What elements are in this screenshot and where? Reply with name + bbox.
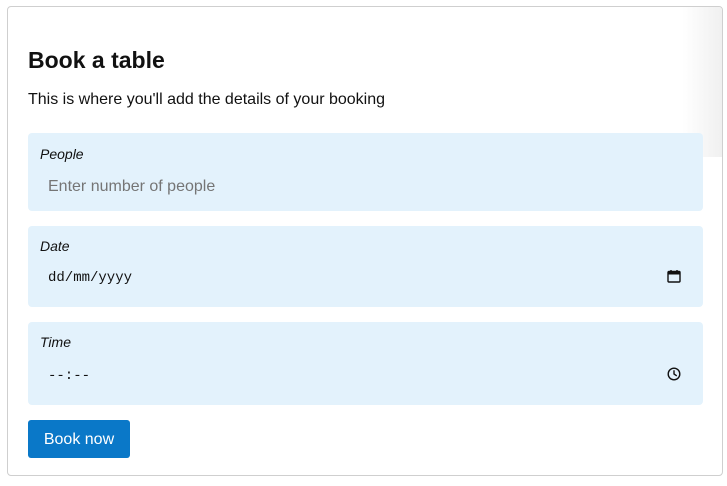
page-subtitle: This is where you'll add the details of … [28, 91, 386, 108]
booking-card: Book a table This is where you'll add th… [7, 6, 723, 476]
page-title: Book a table [28, 47, 165, 73]
time-field[interactable]: Time --:-- [28, 322, 703, 405]
date-label: Date [40, 238, 70, 254]
date-input[interactable]: dd/mm/yyyy [48, 266, 691, 290]
people-field[interactable]: People Enter number of people [28, 133, 703, 211]
book-now-button[interactable]: Book now [28, 420, 130, 458]
people-label: People [40, 146, 84, 162]
calendar-icon[interactable] [667, 269, 681, 283]
date-field[interactable]: Date dd/mm/yyyy [28, 226, 703, 307]
time-input[interactable]: --:-- [48, 364, 691, 388]
people-input[interactable]: Enter number of people [48, 175, 691, 199]
time-label: Time [40, 334, 71, 350]
clock-icon[interactable] [667, 367, 681, 381]
